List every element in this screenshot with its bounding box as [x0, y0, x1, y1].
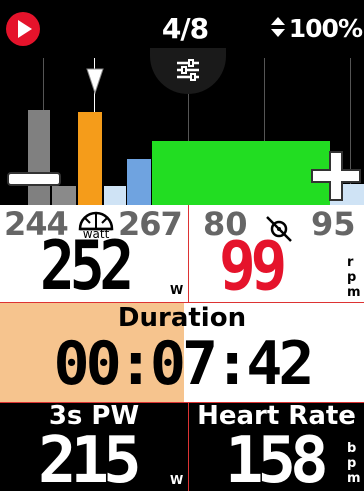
play-icon[interactable] — [6, 12, 40, 46]
battery-percent: 100% — [288, 14, 363, 43]
heart-rate-value: 158 — [225, 424, 329, 491]
cadence-unit-p: p — [347, 270, 357, 285]
zoom-in-button[interactable] — [310, 150, 362, 202]
zone-bar-light-blue — [104, 186, 126, 205]
heart-rate-unit-m: m — [347, 471, 361, 486]
sliders-icon — [177, 59, 199, 81]
field-divider-vertical — [188, 403, 189, 491]
battery-arrows-icon — [269, 14, 287, 40]
zone-bar-blue — [127, 159, 151, 205]
power-value: 252 — [40, 227, 134, 303]
cadence-value: 99 — [219, 227, 287, 303]
duration-field[interactable]: Duration 00:07:42 — [0, 303, 364, 402]
heart-rate-unit-p: p — [347, 456, 357, 471]
pw3s-unit: W — [170, 473, 184, 487]
field-divider — [0, 402, 364, 403]
cadence-unit-m: m — [347, 285, 361, 300]
cadence-high: 95 — [311, 205, 356, 243]
heart-rate-unit: b p m — [347, 441, 361, 486]
zone-bar-green — [152, 141, 330, 205]
field-divider — [0, 302, 364, 303]
battery-status: 100% — [269, 14, 363, 43]
zone-bar-orange — [78, 112, 102, 205]
cadence-field[interactable]: 80 95 99 r p m — [189, 205, 364, 302]
heart-rate-field[interactable]: Heart Rate 158 b p m — [189, 403, 364, 491]
power-field[interactable]: 244 watt 267 252 W — [0, 205, 188, 302]
field-divider-vertical — [188, 205, 189, 302]
current-marker-icon — [86, 68, 104, 94]
heart-rate-unit-b: b — [347, 441, 357, 456]
pw3s-value: 215 — [38, 424, 142, 491]
pw3s-field[interactable]: 3s PW 215 W — [0, 403, 188, 491]
duration-value: 00:07:42 — [53, 329, 315, 399]
cadence-unit-r: r — [347, 255, 354, 270]
page-indicator: 4/8 — [161, 12, 209, 45]
power-unit: W — [170, 283, 184, 297]
cadence-unit: r p m — [347, 255, 361, 300]
zoom-out-button[interactable] — [6, 166, 62, 192]
